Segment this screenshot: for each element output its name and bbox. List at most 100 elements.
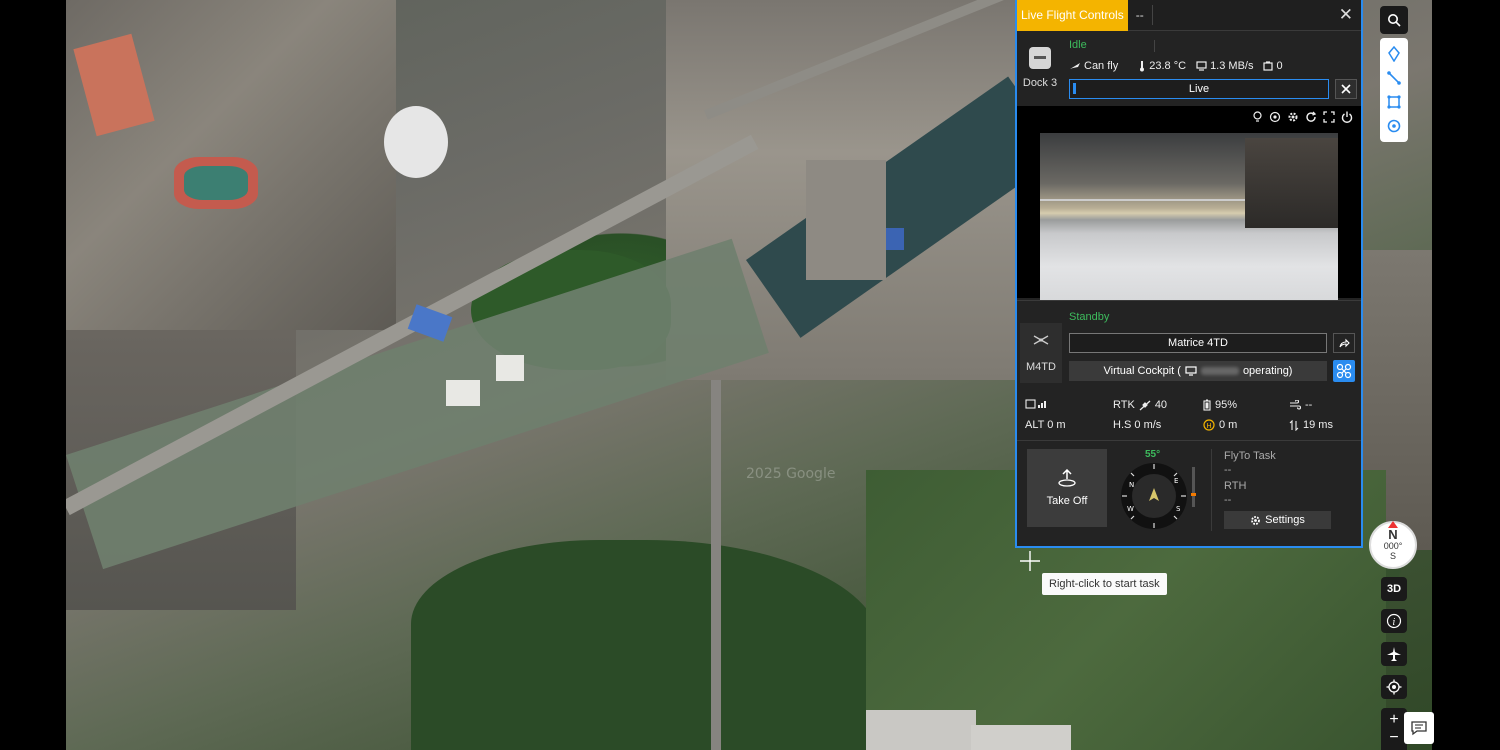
task-info: FlyTo Task -- RTH -- xyxy=(1224,449,1354,507)
power-icon[interactable] xyxy=(1341,111,1353,126)
aircraft-model: Matrice 4TD xyxy=(1069,333,1327,353)
battery-icon xyxy=(1203,399,1211,411)
compass-dial: N E S W xyxy=(1121,463,1187,529)
polygon-icon xyxy=(1387,95,1401,109)
video-toolbar xyxy=(1252,111,1353,126)
rtk-count: 40 xyxy=(1154,399,1168,411)
lightbulb-icon[interactable] xyxy=(1252,111,1263,126)
close-icon[interactable]: ✕ xyxy=(1339,5,1353,25)
view-3d-button[interactable]: 3D xyxy=(1381,577,1407,601)
rth-label: RTH xyxy=(1224,480,1247,492)
live-flight-panel: Live Flight Controls -- ✕ Dock 3 Idle Ca… xyxy=(1015,0,1363,548)
map-building xyxy=(806,160,886,280)
svg-text:i: i xyxy=(1393,618,1396,628)
dock-selector[interactable]: Dock 3 xyxy=(1019,35,1061,101)
heading-value: 55° xyxy=(1145,449,1161,460)
info-button[interactable]: i xyxy=(1381,609,1407,633)
controls-section: Take Off 55° N E S W FlyTo Task -- RTH -… xyxy=(1017,440,1361,546)
dock-telemetry: Can fly 23.8 °C 1.3 MB/s 0 xyxy=(1069,60,1283,72)
dock-icon xyxy=(1029,47,1051,69)
altitude-indicator-bar xyxy=(1191,467,1196,507)
line-icon xyxy=(1387,71,1401,85)
aircraft-section: M4TD Standby Matrice 4TD Virtual Cockpit… xyxy=(1017,300,1361,440)
gear-icon[interactable] xyxy=(1287,111,1299,126)
polygon-tool[interactable] xyxy=(1385,93,1403,111)
dock-status: Idle xyxy=(1069,39,1087,51)
temperature-value: 23.8 °C xyxy=(1149,60,1187,72)
compass-south: S xyxy=(1389,551,1396,561)
wind-value: -- xyxy=(1305,399,1313,411)
map-compass[interactable]: N 000° S xyxy=(1369,521,1417,569)
live-video-feed[interactable] xyxy=(1040,133,1338,300)
line-tool[interactable] xyxy=(1385,69,1403,87)
zoom-out-button[interactable]: − xyxy=(1389,729,1398,747)
can-fly-status: Can fly xyxy=(1084,60,1119,72)
circle-tool[interactable] xyxy=(1385,117,1403,135)
svg-text:W: W xyxy=(1127,505,1134,513)
pin-icon xyxy=(1388,46,1400,62)
share-icon xyxy=(1339,338,1350,348)
refresh-icon[interactable] xyxy=(1305,111,1317,126)
zoom-in-button[interactable]: + xyxy=(1389,711,1398,729)
rtk-cell: RTK 40 xyxy=(1113,399,1167,411)
home-point-icon: H xyxy=(1203,419,1215,431)
flyto-value: -- xyxy=(1224,464,1232,476)
gear-icon xyxy=(1251,515,1261,525)
virtual-cockpit-label: Virtual Cockpit ( xyxy=(1103,365,1181,377)
camera-ptz-icon[interactable] xyxy=(1269,111,1281,126)
map-draw-tools xyxy=(1380,38,1408,142)
circle-icon xyxy=(1387,119,1401,133)
wind-icon xyxy=(1290,400,1301,410)
map-building xyxy=(866,710,976,750)
aircraft-locate-button[interactable] xyxy=(1381,642,1407,666)
satellite-icon xyxy=(1139,400,1151,410)
rtk-label: RTK xyxy=(1113,399,1135,411)
live-stream-bar[interactable]: Live xyxy=(1069,79,1329,99)
fullscreen-icon[interactable] xyxy=(1323,111,1335,126)
monitor-icon xyxy=(1185,366,1197,376)
video-building xyxy=(1245,138,1338,228)
attitude-compass: 55° N E S W xyxy=(1117,447,1197,531)
take-off-icon xyxy=(1058,469,1076,487)
locate-me-button[interactable] xyxy=(1381,675,1407,699)
flyto-label: FlyTo Task xyxy=(1224,450,1276,462)
settings-label: Settings xyxy=(1265,514,1305,526)
take-off-button[interactable]: Take Off xyxy=(1027,449,1107,527)
aircraft-selector[interactable]: M4TD xyxy=(1020,323,1062,383)
home-distance: 0 m xyxy=(1219,419,1238,431)
map-stadium-building xyxy=(384,106,448,178)
aircraft-status: Standby xyxy=(1069,311,1110,323)
rth-value: -- xyxy=(1224,494,1232,506)
dock-tools-button[interactable] xyxy=(1335,79,1357,99)
crosshair-icon xyxy=(1386,679,1402,695)
map-road xyxy=(711,380,721,750)
latency-value: 19 ms xyxy=(1303,419,1333,431)
virtual-cockpit-button[interactable]: Virtual Cockpit ( operating) xyxy=(1069,361,1327,381)
settings-button[interactable]: Settings xyxy=(1224,511,1331,529)
divider xyxy=(1154,40,1155,52)
updown-arrows-icon xyxy=(1289,419,1299,431)
tab-live-flight-controls[interactable]: Live Flight Controls xyxy=(1017,0,1128,31)
storage-value: 0 xyxy=(1276,60,1283,72)
map-tooltip: Right-click to start task xyxy=(1042,573,1167,595)
drone-control-button[interactable] xyxy=(1333,360,1355,382)
altitude-value: ALT 0 m xyxy=(1025,419,1066,431)
map-building xyxy=(971,725,1071,750)
svg-text:H: H xyxy=(1206,422,1211,430)
chat-button[interactable] xyxy=(1404,712,1434,744)
tools-icon xyxy=(1341,84,1351,94)
dock-name: Dock 3 xyxy=(1022,77,1058,89)
pin-point-tool[interactable] xyxy=(1385,45,1403,63)
network-icon xyxy=(1196,61,1207,71)
share-button[interactable] xyxy=(1333,333,1355,353)
map-sports-field xyxy=(184,166,248,200)
battery-value: 95% xyxy=(1215,399,1238,411)
signal-cell xyxy=(1025,399,1047,409)
tab-other[interactable]: -- xyxy=(1128,5,1153,25)
video-railing xyxy=(1040,199,1250,201)
compass-degree: 000° xyxy=(1383,541,1403,551)
storage-icon xyxy=(1263,61,1274,71)
map-search-button[interactable] xyxy=(1380,6,1408,34)
chat-icon xyxy=(1411,721,1427,736)
compass-direction: N xyxy=(1388,527,1398,542)
